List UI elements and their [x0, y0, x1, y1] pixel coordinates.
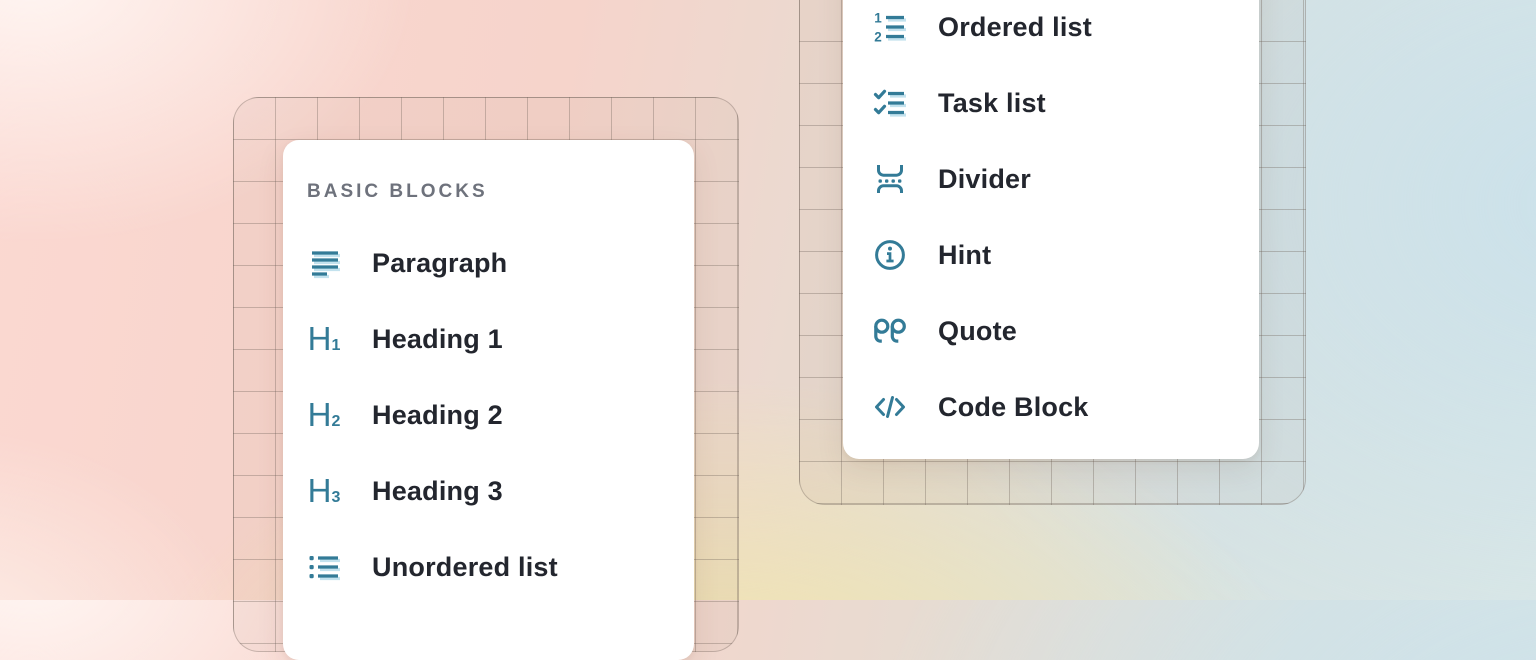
basic-blocks-menu: BASIC BLOCKS Paragraph H1 Heading 1 H2 H…	[283, 140, 694, 660]
heading-2-icon: H2	[307, 398, 341, 432]
menu-item-label: Heading 2	[372, 400, 503, 431]
menu-item-unordered-list[interactable]: Unordered list	[283, 529, 694, 605]
svg-text:2: 2	[874, 30, 882, 45]
menu-item-divider[interactable]: Divider	[843, 141, 1259, 217]
quote-icon	[873, 314, 907, 348]
menu-item-paragraph[interactable]: Paragraph	[283, 225, 694, 301]
menu-item-heading-1[interactable]: H1 Heading 1	[283, 301, 694, 377]
ordered-list-icon: 1 2	[873, 10, 907, 44]
menu-item-label: Heading 3	[372, 476, 503, 507]
blocks-menu-continued: 1 2 Ordered list Task list	[843, 0, 1259, 459]
menu-item-label: Task list	[938, 88, 1046, 119]
svg-text:1: 1	[874, 11, 882, 26]
menu-item-quote[interactable]: Quote	[843, 293, 1259, 369]
menu-item-task-list[interactable]: Task list	[843, 65, 1259, 141]
unordered-list-icon	[307, 550, 341, 584]
menu-item-label: Heading 1	[372, 324, 503, 355]
divider-icon	[873, 162, 907, 196]
menu-item-label: Ordered list	[938, 12, 1092, 43]
code-block-icon	[873, 390, 907, 424]
task-list-icon	[873, 86, 907, 120]
menu-item-heading-2[interactable]: H2 Heading 2	[283, 377, 694, 453]
menu-item-label: Unordered list	[372, 552, 558, 583]
paragraph-icon	[307, 246, 341, 280]
menu-item-ordered-list[interactable]: 1 2 Ordered list	[843, 0, 1259, 65]
menu-item-label: Hint	[938, 240, 991, 271]
menu-item-label: Paragraph	[372, 248, 507, 279]
hint-icon	[873, 238, 907, 272]
menu-item-heading-3[interactable]: H3 Heading 3	[283, 453, 694, 529]
menu-item-label: Quote	[938, 316, 1017, 347]
heading-1-icon: H1	[307, 322, 341, 356]
menu-item-hint[interactable]: Hint	[843, 217, 1259, 293]
section-label-basic-blocks: BASIC BLOCKS	[307, 181, 488, 203]
menu-item-label: Code Block	[938, 392, 1089, 423]
marketing-canvas: { "colors":{ "icon_teal":"#337b97", "ico…	[0, 0, 1536, 600]
menu-item-code-block[interactable]: Code Block	[843, 369, 1259, 445]
menu-item-label: Divider	[938, 164, 1031, 195]
heading-3-icon: H3	[307, 474, 341, 508]
